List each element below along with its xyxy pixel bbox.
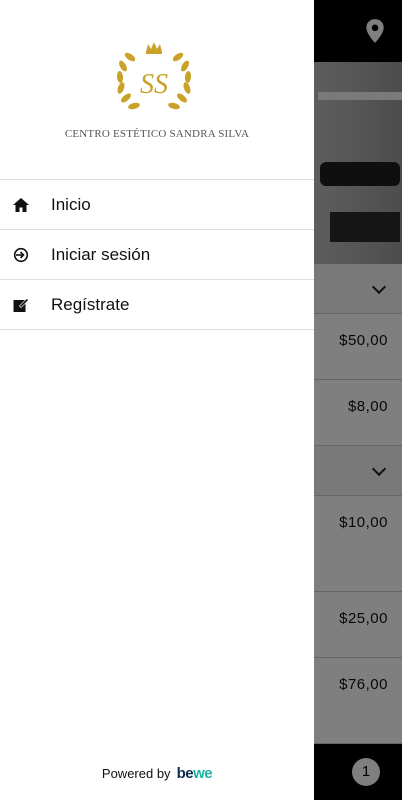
salon-name: CENTRO ESTÉTICO SANDRA SILVA (64, 128, 250, 140)
navigation-drawer: SS CENTRO ESTÉTICO SANDRA SILVA Inicio I… (0, 0, 314, 800)
menu-item-registrate[interactable]: Regístrate (0, 280, 314, 330)
menu-item-label: Inicio (51, 195, 91, 214)
menu-item-label: Iniciar sesión (51, 245, 151, 264)
menu-item-iniciar-sesion[interactable]: Iniciar sesión (0, 230, 314, 280)
home-icon (13, 198, 29, 212)
salon-logo: SS (116, 42, 192, 110)
powered-by-footer: Powered by bewe (0, 765, 314, 782)
drawer-header: SS CENTRO ESTÉTICO SANDRA SILVA (0, 0, 314, 180)
bewe-logo[interactable]: bewe (177, 765, 213, 782)
menu-item-inicio[interactable]: Inicio (0, 180, 314, 230)
login-icon (13, 247, 29, 263)
powered-by-label: Powered by (101, 766, 171, 781)
menu-item-label: Regístrate (51, 295, 130, 314)
edit-icon (13, 297, 30, 312)
drawer-menu: Inicio Iniciar sesión Regístrate (0, 180, 314, 330)
svg-text:SS: SS (140, 69, 168, 100)
